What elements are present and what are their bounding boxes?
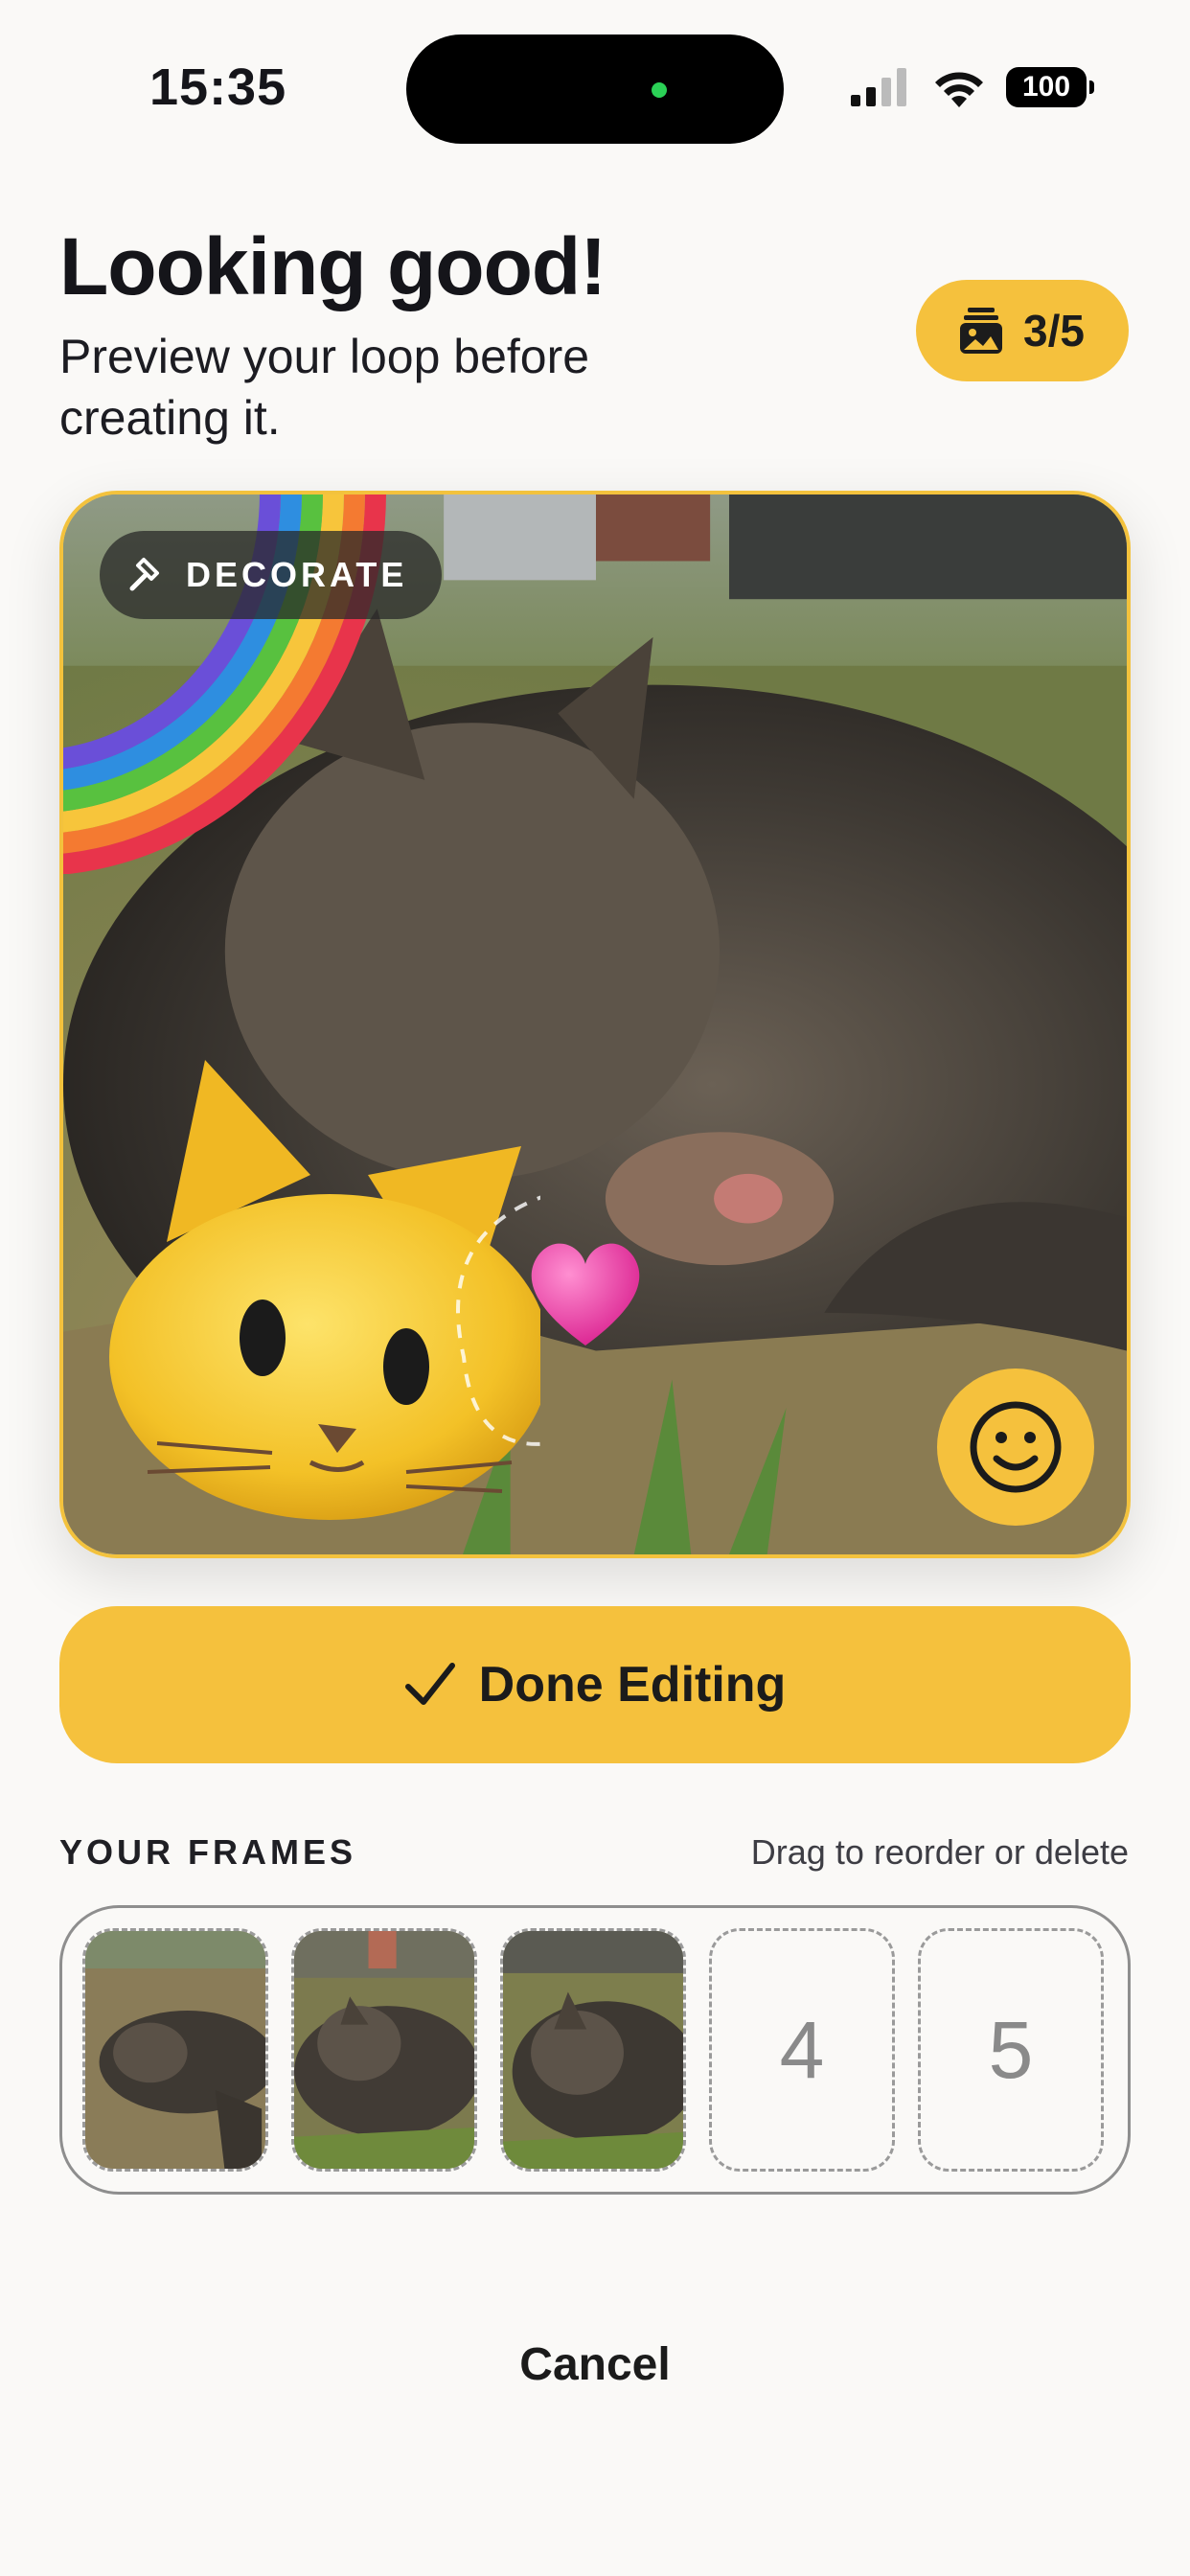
frame-slot-number: 4 [779, 2004, 825, 2095]
frames-hint: Drag to reorder or delete [750, 1832, 1129, 1872]
frame-thumbnail-3[interactable] [500, 1928, 686, 2172]
photo-stack-icon [960, 308, 1003, 354]
add-sticker-button[interactable] [937, 1368, 1094, 1526]
frame-2-image [294, 1931, 474, 2169]
signal-icon [851, 68, 906, 106]
page-subtitle: Preview your loop before creating it. [59, 330, 590, 445]
decorate-label: DECORATE [186, 555, 408, 594]
frame-slot-number: 5 [988, 2004, 1034, 2095]
camera-indicator-dot [652, 82, 667, 98]
screen: 15:35 100 Looking good! Preview your loo… [0, 0, 1190, 2576]
cancel-button[interactable]: Cancel [0, 2338, 1190, 2391]
dynamic-island [406, 34, 784, 144]
frame-thumbnail-1[interactable] [82, 1928, 268, 2172]
hammer-icon [129, 558, 159, 591]
wifi-icon [935, 72, 983, 107]
frame-thumbnail-2[interactable] [291, 1928, 477, 2172]
smiley-icon [970, 1401, 1062, 1493]
empty-frame-slot-5[interactable]: 5 [918, 1928, 1104, 2172]
empty-frame-slot-4[interactable]: 4 [709, 1928, 895, 2172]
heart-sticker[interactable] [523, 1235, 648, 1350]
frame-1-image [85, 1931, 265, 2169]
checkmark-icon [404, 1663, 455, 1705]
page-title: Looking good! [59, 221, 606, 311]
loop-preview[interactable]: DECORATE [59, 491, 1131, 1558]
done-editing-button[interactable]: Done Editing [59, 1606, 1131, 1763]
status-icons: 100 [851, 67, 1094, 107]
frame-count-text: 3/5 [1023, 306, 1085, 356]
done-editing-label: Done Editing [478, 1657, 787, 1713]
cat-face-sticker[interactable] [100, 1041, 540, 1520]
status-time: 15:35 [149, 58, 287, 116]
frame-3-image [503, 1931, 683, 2169]
decorate-button[interactable]: DECORATE [100, 531, 443, 619]
frame-count-badge[interactable]: 3/5 [916, 280, 1129, 381]
frames-section-label: YOUR FRAMES [59, 1832, 357, 1872]
battery-icon: 100 [1006, 67, 1094, 107]
